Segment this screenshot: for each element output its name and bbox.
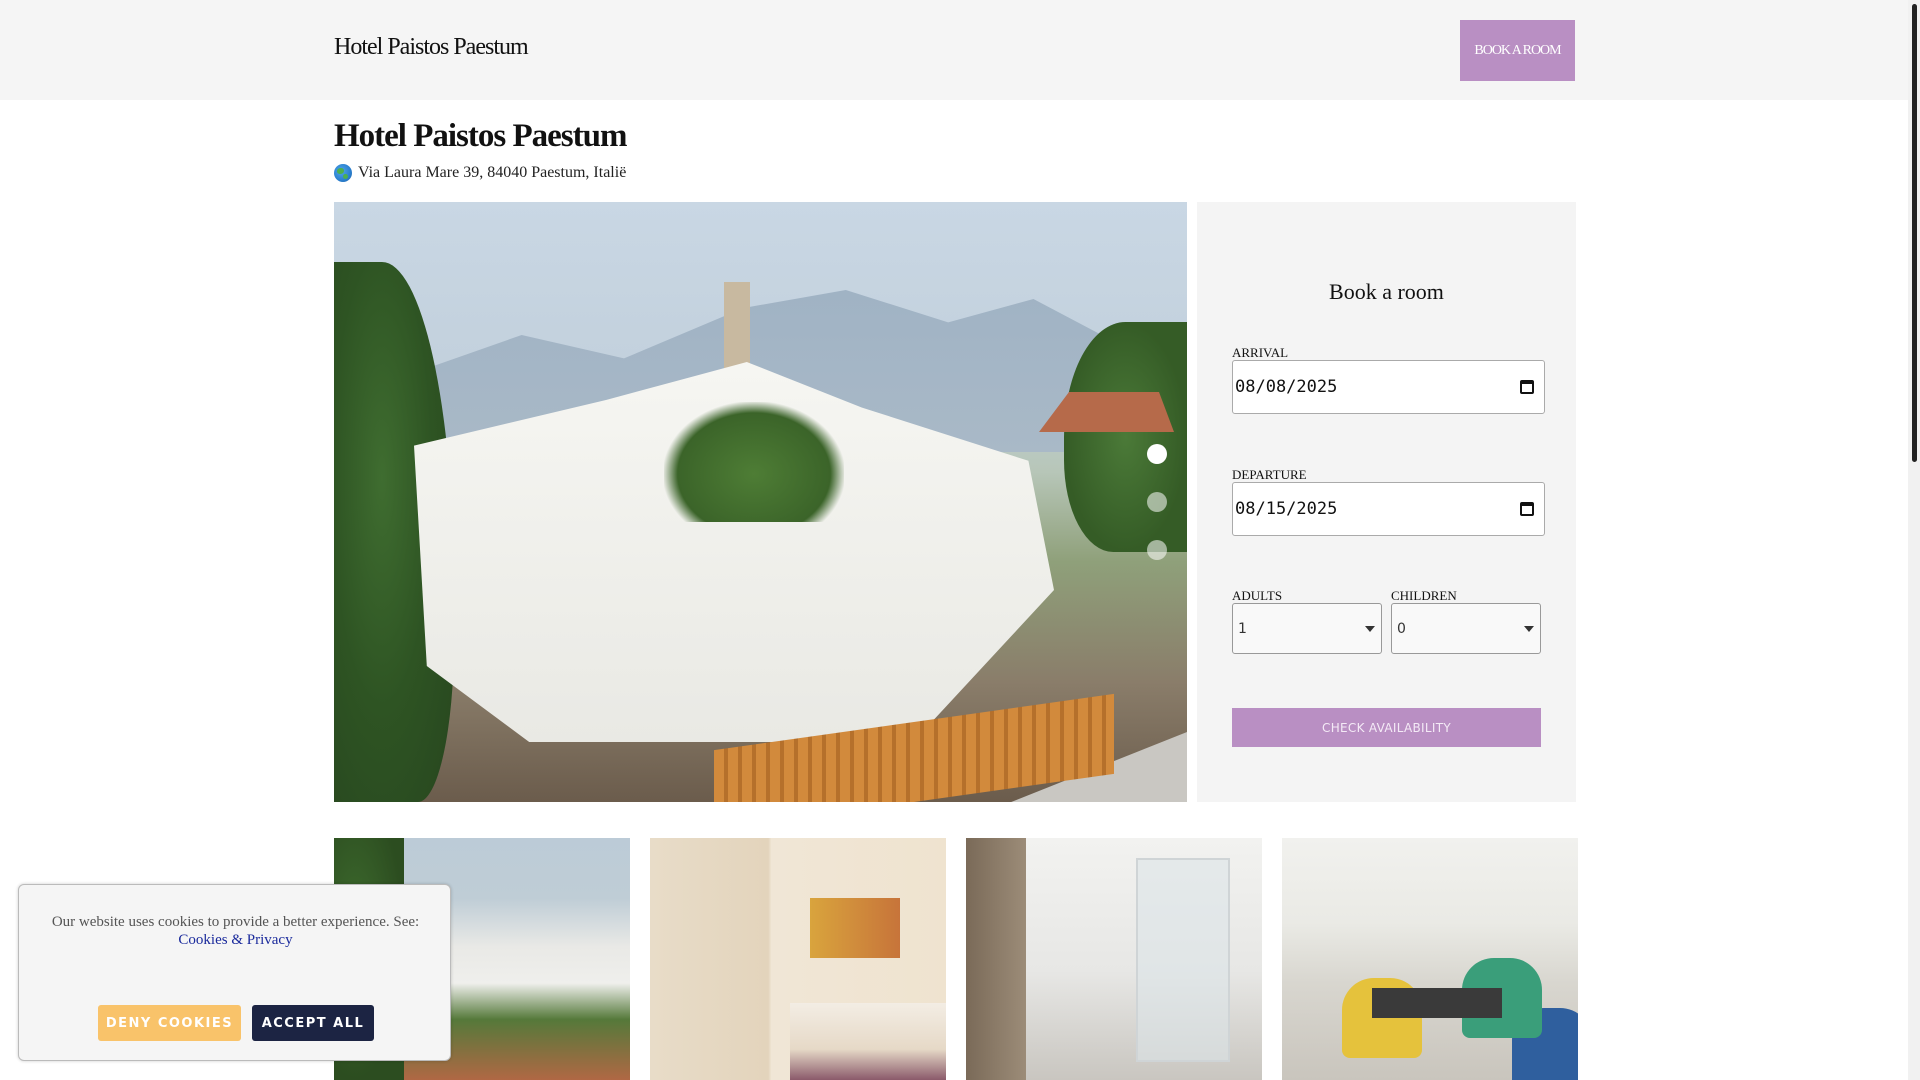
globe-icon bbox=[334, 164, 352, 182]
chevron-down-icon bbox=[1365, 626, 1375, 632]
page-title: Hotel Paistos Paestum bbox=[334, 118, 627, 154]
children-label: CHILDREN bbox=[1391, 588, 1457, 603]
thumbnail-bathroom[interactable] bbox=[966, 838, 1262, 1080]
hero-trees-right bbox=[1064, 322, 1187, 552]
book-a-room-button[interactable]: BOOK A ROOM bbox=[1460, 20, 1575, 81]
departure-date-input[interactable]: 08/15/2025 bbox=[1232, 482, 1545, 536]
calendar-icon[interactable] bbox=[1520, 502, 1534, 516]
cookie-message: Our website uses cookies to provide a be… bbox=[19, 913, 452, 949]
site-header: Hotel Paistos Paestum BOOK A ROOM bbox=[0, 0, 1908, 100]
adults-select[interactable]: 1 bbox=[1232, 603, 1382, 654]
cookie-text: Our website uses cookies to provide a be… bbox=[51, 914, 420, 930]
departure-label: DEPARTURE bbox=[1232, 467, 1307, 482]
carousel-dot-1[interactable] bbox=[1147, 444, 1167, 464]
booking-panel: Book a room ARRIVAL 08/08/2025 DEPARTURE… bbox=[1197, 202, 1576, 802]
calendar-icon[interactable] bbox=[1520, 380, 1534, 394]
check-availability-button[interactable]: CHECK AVAILABILITY bbox=[1232, 708, 1541, 747]
cookies-privacy-link[interactable]: Cookies & Privacy bbox=[178, 932, 292, 948]
thumbnail-restaurant[interactable] bbox=[1282, 838, 1578, 1080]
chevron-down-icon bbox=[1524, 626, 1534, 632]
children-value: 0 bbox=[1397, 620, 1406, 637]
hero-palm bbox=[664, 402, 844, 522]
cookie-banner: Our website uses cookies to provide a be… bbox=[18, 884, 451, 1061]
accept-all-button[interactable]: ACCEPT ALL bbox=[252, 1005, 374, 1041]
address-text: Via Laura Mare 39, 84040 Paestum, Italië bbox=[358, 164, 627, 181]
arrival-date-value: 08/08/2025 bbox=[1235, 377, 1338, 397]
adults-label: ADULTS bbox=[1232, 588, 1283, 603]
hotel-address: Via Laura Mare 39, 84040 Paestum, Italië bbox=[334, 164, 626, 182]
hero-bell-tower bbox=[724, 282, 750, 372]
booking-title: Book a room bbox=[1329, 279, 1444, 304]
arrival-date-input[interactable]: 08/08/2025 bbox=[1232, 360, 1545, 414]
departure-date-value: 08/15/2025 bbox=[1235, 499, 1338, 519]
deny-cookies-button[interactable]: DENY COOKIES bbox=[98, 1005, 241, 1041]
children-select[interactable]: 0 bbox=[1391, 603, 1541, 654]
carousel-dots bbox=[1147, 444, 1167, 560]
hero-image-carousel[interactable] bbox=[334, 202, 1187, 802]
adults-value: 1 bbox=[1238, 620, 1247, 637]
site-brand[interactable]: Hotel Paistos Paestum bbox=[334, 34, 529, 61]
carousel-dot-2[interactable] bbox=[1147, 492, 1167, 512]
scrollbar-thumb[interactable] bbox=[1912, 4, 1917, 462]
photo-thumbnails bbox=[334, 838, 1578, 1080]
thumbnail-guest-room[interactable] bbox=[650, 838, 946, 1080]
page-scrollbar[interactable] bbox=[1908, 0, 1920, 1080]
arrival-label: ARRIVAL bbox=[1232, 345, 1289, 360]
carousel-dot-3[interactable] bbox=[1147, 540, 1167, 560]
